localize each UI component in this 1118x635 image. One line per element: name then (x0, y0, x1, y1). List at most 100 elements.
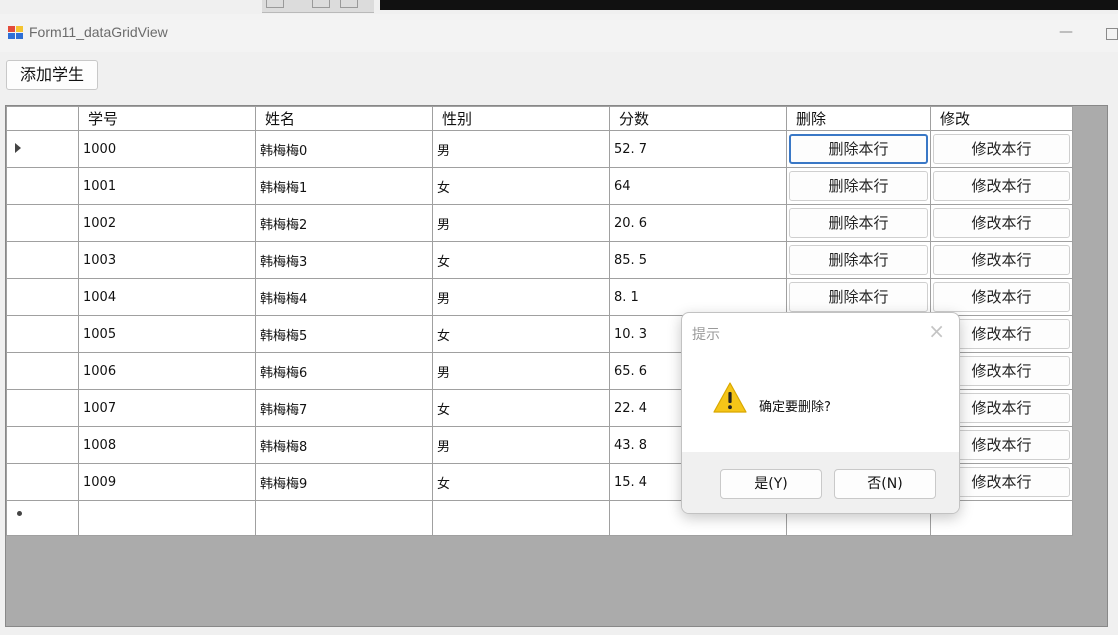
cell-score[interactable]: 8. 1 (609, 278, 787, 316)
delete-row-button[interactable]: 删除本行 (789, 245, 928, 275)
edit-row-button[interactable]: 修改本行 (933, 208, 1070, 238)
row-header[interactable] (6, 352, 79, 390)
add-student-button[interactable]: 添加学生 (6, 60, 98, 90)
row-header[interactable] (6, 278, 79, 316)
background-window-strip (0, 0, 1118, 14)
app-icon (8, 26, 24, 40)
edit-row-button[interactable]: 修改本行 (933, 171, 1070, 201)
row-header[interactable] (6, 389, 79, 427)
row-header[interactable] (6, 241, 79, 279)
cell-score[interactable]: 64 (609, 167, 787, 205)
table-row[interactable]: 1002 韩梅梅2 男 20. 6 删除本行 修改本行 (6, 204, 1073, 242)
cell-name[interactable]: 韩梅梅4 (255, 278, 433, 316)
edit-cell: 修改本行 (930, 130, 1073, 168)
cell-id[interactable]: 1009 (78, 463, 256, 501)
table-row[interactable]: 1004 韩梅梅4 男 8. 1 删除本行 修改本行 (6, 278, 1073, 316)
no-button[interactable]: 否(N) (834, 469, 936, 499)
cell-id[interactable]: 1000 (78, 130, 256, 168)
edit-cell: 修改本行 (930, 167, 1073, 205)
maximize-icon[interactable] (1106, 28, 1118, 40)
corner-header (6, 106, 79, 131)
cell-name[interactable]: 韩梅梅2 (255, 204, 433, 242)
bg-minimize-icon (266, 0, 284, 8)
current-row-arrow-icon (15, 143, 21, 153)
cell-name[interactable]: 韩梅梅0 (255, 130, 433, 168)
cell-id[interactable]: 1002 (78, 204, 256, 242)
edit-row-button[interactable]: 修改本行 (933, 134, 1070, 164)
dialog-title: 提示 (692, 327, 720, 343)
column-header-score[interactable]: 分数 (609, 106, 787, 131)
cell-gender[interactable]: 女 (432, 167, 610, 205)
cell-name[interactable]: 韩梅梅1 (255, 167, 433, 205)
delete-cell: 删除本行 (786, 278, 931, 316)
cell-name[interactable]: 韩梅梅6 (255, 352, 433, 390)
edit-cell: 修改本行 (930, 278, 1073, 316)
column-header-edit[interactable]: 修改 (930, 106, 1073, 131)
edit-cell: 修改本行 (930, 241, 1073, 279)
cell-id[interactable]: 1007 (78, 389, 256, 427)
empty-cell[interactable] (255, 500, 433, 536)
cell-gender[interactable]: 男 (432, 130, 610, 168)
cell-id[interactable]: 1003 (78, 241, 256, 279)
column-header-gender[interactable]: 性别 (432, 106, 610, 131)
minimize-icon[interactable]: — (1052, 18, 1080, 46)
cell-id[interactable]: 1005 (78, 315, 256, 353)
warning-icon (713, 382, 747, 413)
cell-score[interactable]: 85. 5 (609, 241, 787, 279)
bg-close-icon (340, 0, 358, 8)
delete-row-button[interactable]: 删除本行 (789, 134, 928, 164)
row-header[interactable] (6, 130, 79, 168)
cell-gender[interactable]: 男 (432, 204, 610, 242)
delete-cell: 删除本行 (786, 241, 931, 279)
background-dark-bar (380, 0, 1118, 10)
header-row: 学号 姓名 性别 分数 删除 修改 (6, 106, 1073, 131)
cell-gender[interactable]: 男 (432, 426, 610, 464)
cell-id[interactable]: 1001 (78, 167, 256, 205)
cell-gender[interactable]: 男 (432, 352, 610, 390)
cell-name[interactable]: 韩梅梅7 (255, 389, 433, 427)
column-header-delete[interactable]: 删除 (786, 106, 931, 131)
row-header[interactable] (6, 426, 79, 464)
row-header[interactable] (6, 463, 79, 501)
cell-id[interactable]: 1004 (78, 278, 256, 316)
edit-row-button[interactable]: 修改本行 (933, 282, 1070, 312)
column-header-id[interactable]: 学号 (78, 106, 256, 131)
row-header[interactable] (6, 204, 79, 242)
table-row[interactable]: 1001 韩梅梅1 女 64 删除本行 修改本行 (6, 167, 1073, 205)
window-title: Form11_dataGridView (29, 24, 168, 40)
delete-row-button[interactable]: 删除本行 (789, 208, 928, 238)
cell-name[interactable]: 韩梅梅5 (255, 315, 433, 353)
cell-id[interactable]: 1006 (78, 352, 256, 390)
yes-button[interactable]: 是(Y) (720, 469, 822, 499)
delete-row-button[interactable]: 删除本行 (789, 171, 928, 201)
cell-gender[interactable]: 女 (432, 315, 610, 353)
cell-score[interactable]: 20. 6 (609, 204, 787, 242)
cell-name[interactable]: 韩梅梅3 (255, 241, 433, 279)
edit-row-button[interactable]: 修改本行 (933, 245, 1070, 275)
table-row[interactable]: 1003 韩梅梅3 女 85. 5 删除本行 修改本行 (6, 241, 1073, 279)
delete-cell: 删除本行 (786, 204, 931, 242)
delete-cell: 删除本行 (786, 167, 931, 205)
cell-name[interactable]: 韩梅梅9 (255, 463, 433, 501)
row-header[interactable] (6, 167, 79, 205)
form-window: Form11_dataGridView — 添加学生 学号 姓名 性别 分数 删… (0, 14, 1118, 635)
cell-name[interactable]: 韩梅梅8 (255, 426, 433, 464)
close-icon[interactable]: × (928, 319, 945, 343)
empty-cell[interactable] (432, 500, 610, 536)
cell-gender[interactable]: 男 (432, 278, 610, 316)
title-bar[interactable]: Form11_dataGridView — (0, 14, 1118, 52)
row-header[interactable] (6, 500, 79, 536)
cell-id[interactable]: 1008 (78, 426, 256, 464)
bg-maximize-icon (312, 0, 330, 8)
cell-gender[interactable]: 女 (432, 463, 610, 501)
table-row[interactable]: 1000 韩梅梅0 男 52. 7 删除本行 修改本行 (6, 130, 1073, 168)
row-header[interactable] (6, 315, 79, 353)
cell-gender[interactable]: 女 (432, 389, 610, 427)
empty-cell[interactable] (78, 500, 256, 536)
cell-gender[interactable]: 女 (432, 241, 610, 279)
cell-score[interactable]: 52. 7 (609, 130, 787, 168)
column-header-name[interactable]: 姓名 (255, 106, 433, 131)
dialog-body: 确定要删除? (682, 349, 959, 452)
delete-row-button[interactable]: 删除本行 (789, 282, 928, 312)
new-row-dot-icon (17, 511, 22, 516)
